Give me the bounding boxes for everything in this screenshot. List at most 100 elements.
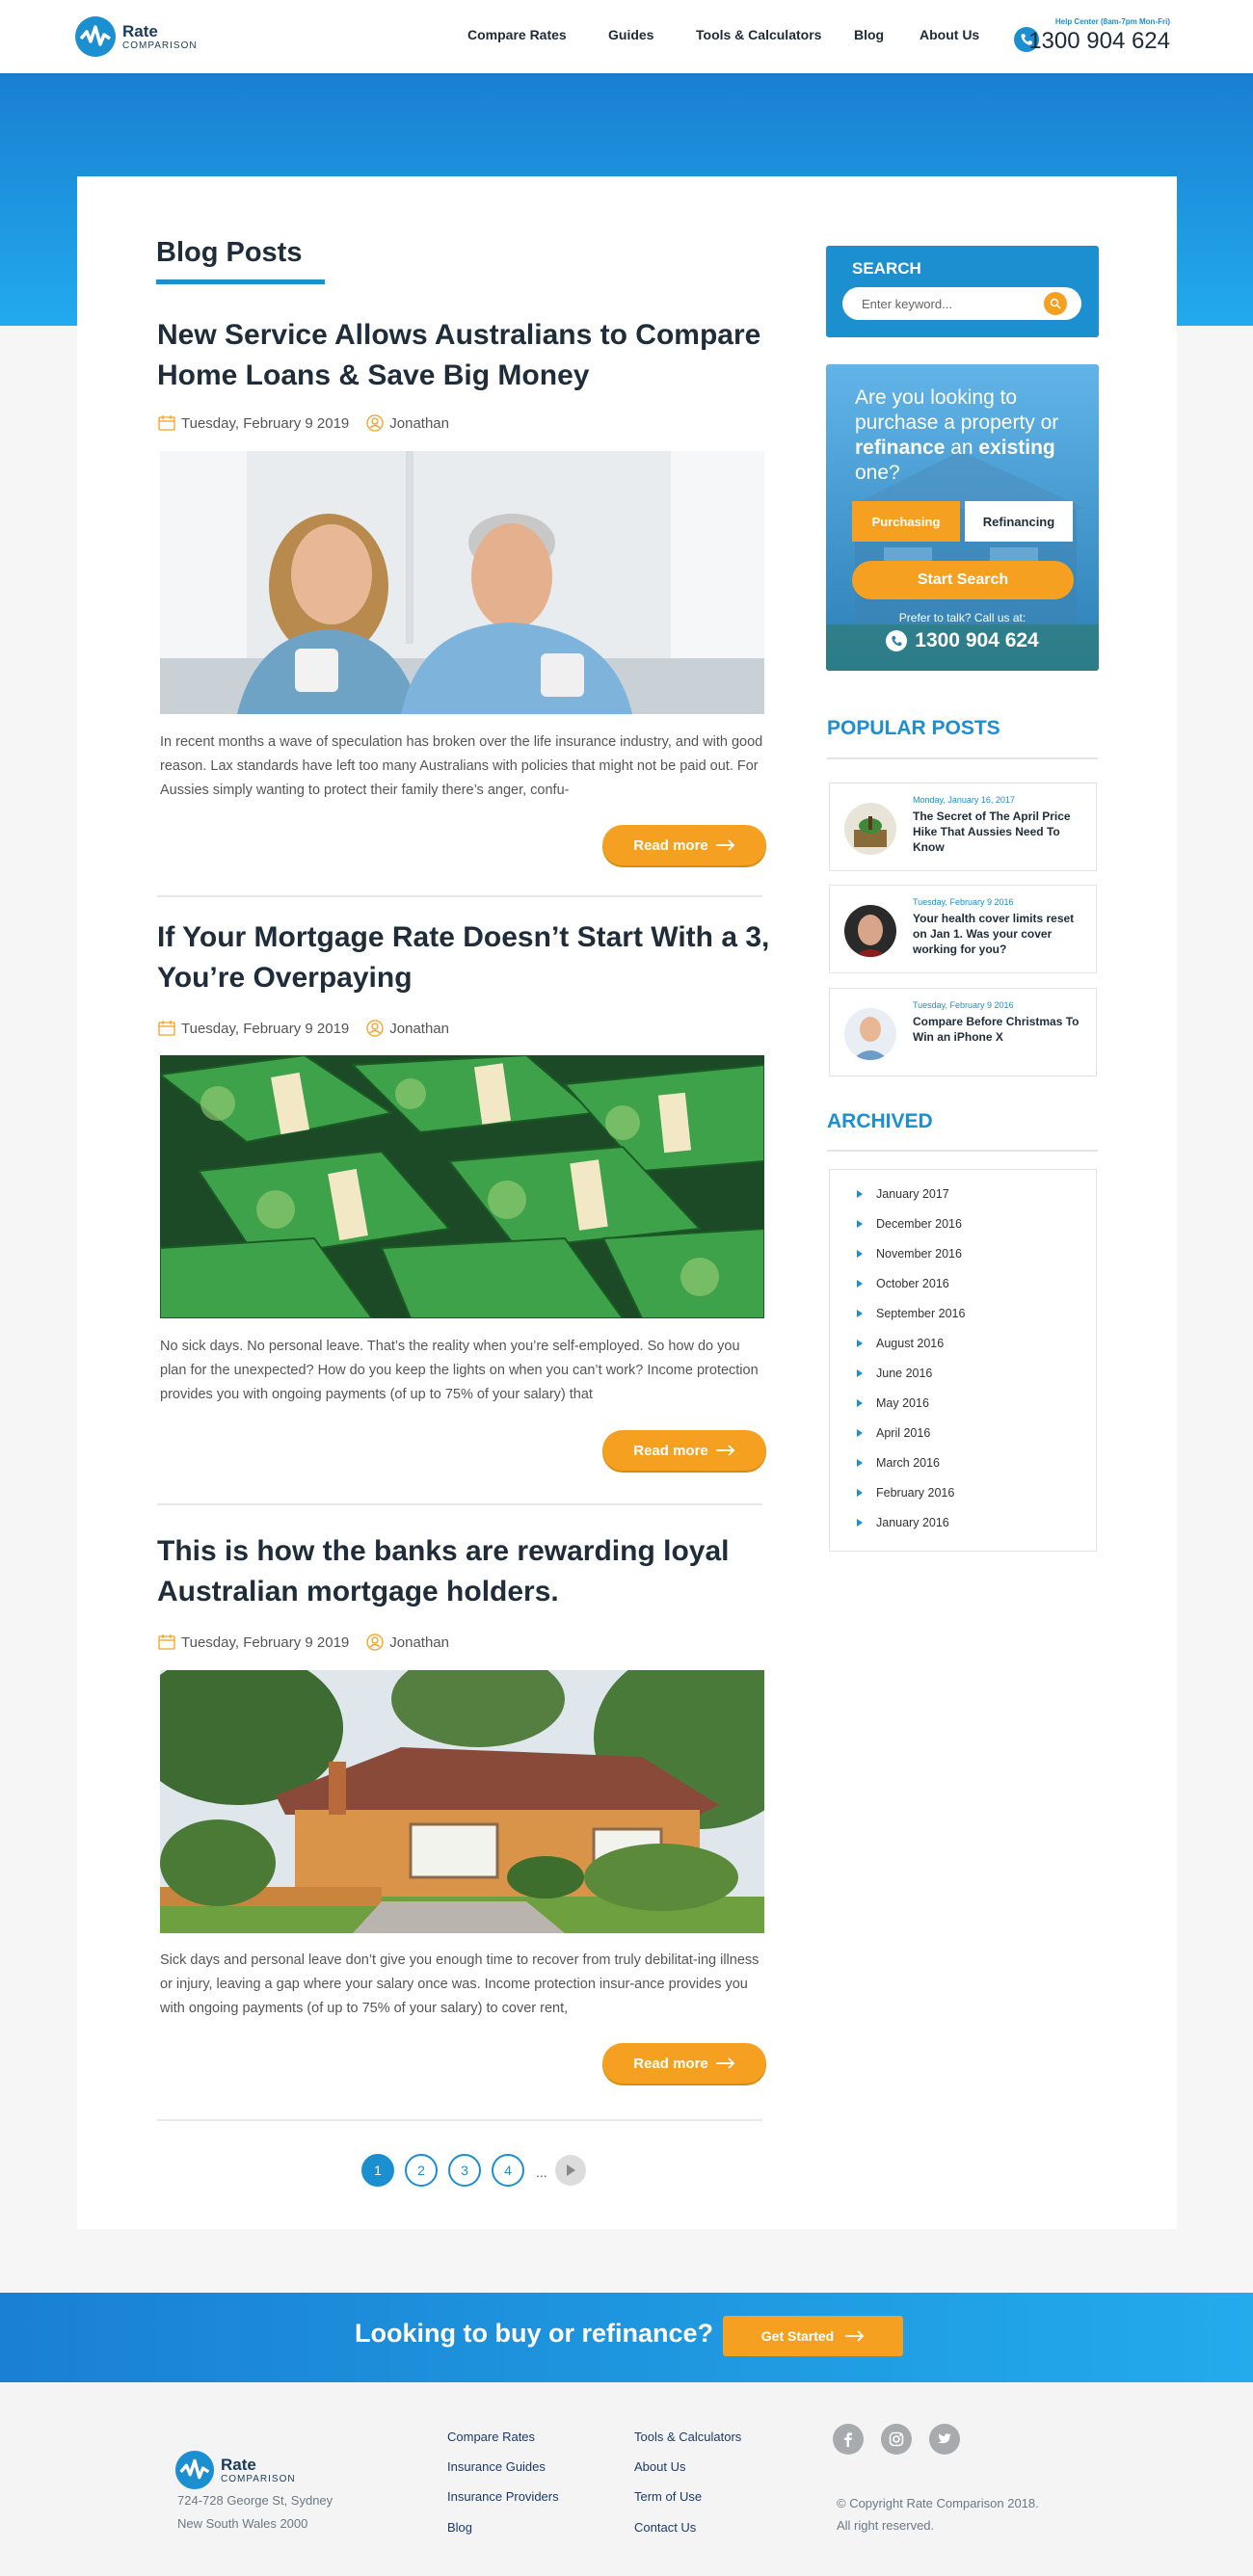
triangle-bullet-icon [857, 1280, 863, 1288]
archive-link[interactable]: January 2017 [857, 1187, 949, 1201]
nav-blog[interactable]: Blog [854, 27, 884, 42]
logo-icon [75, 16, 116, 57]
footer-link[interactable]: Compare Rates [447, 2430, 535, 2444]
arrow-right-icon [715, 1445, 735, 1456]
popular-post-title: The Secret of The April Price Hike That … [913, 810, 1071, 854]
footer-link[interactable]: About Us [634, 2459, 685, 2474]
next-page-button[interactable] [555, 2155, 586, 2186]
popular-post-title: Compare Before Christmas To Win an iPhon… [913, 1015, 1080, 1044]
page-2-button[interactable]: 2 [405, 2154, 438, 2187]
archive-link[interactable]: November 2016 [857, 1247, 962, 1261]
post-title[interactable]: This is how the banks are rewarding loya… [157, 1531, 793, 1612]
site-logo[interactable]: Rate COMPARISON [74, 15, 198, 58]
archive-label: February 2016 [876, 1486, 955, 1500]
post-excerpt: In recent months a wave of speculation h… [160, 734, 763, 798]
archive-link[interactable]: December 2016 [857, 1217, 962, 1231]
search-icon [1050, 298, 1061, 309]
arrow-right-icon [715, 839, 735, 851]
nav-about-us[interactable]: About Us [920, 27, 979, 42]
post-image-house[interactable] [160, 1670, 764, 1933]
search-button[interactable] [1044, 292, 1067, 315]
promo-phone[interactable]: 1300 904 624 [826, 629, 1099, 652]
footer-link[interactable]: Tools & Calculators [634, 2430, 741, 2444]
section-divider [827, 1150, 1098, 1152]
search-promo-widget: Are you looking to purchase a property o… [826, 364, 1099, 671]
logo-word: Rate [122, 21, 158, 40]
post-date: Tuesday, February 9 2019 [181, 1633, 350, 1651]
footer-link[interactable]: Insurance Providers [447, 2489, 559, 2504]
post-date: Tuesday, February 9 2019 [181, 1020, 350, 1037]
post-image-money[interactable] [160, 1055, 764, 1318]
refinancing-toggle[interactable]: Refinancing [965, 501, 1073, 542]
logo-sub: COMPARISON [221, 2473, 296, 2484]
page-4-button[interactable]: 4 [492, 2154, 524, 2187]
triangle-bullet-icon [857, 1369, 863, 1377]
archive-link[interactable]: August 2016 [857, 1337, 944, 1350]
archive-link[interactable]: October 2016 [857, 1277, 949, 1290]
post-excerpt: Sick days and personal leave don’t give … [160, 1952, 760, 2016]
footer-link[interactable]: Insurance Guides [447, 2459, 546, 2474]
archive-label: April 2016 [876, 1426, 931, 1440]
archive-label: January 2016 [876, 1516, 949, 1529]
search-title: SEARCH [852, 259, 921, 278]
archive-link[interactable]: April 2016 [857, 1426, 930, 1440]
nav-compare-rates[interactable]: Compare Rates [467, 27, 567, 42]
promo-question-part: one? [855, 462, 900, 484]
footer-link[interactable]: Blog [447, 2520, 472, 2535]
popular-posts-heading: POPULAR POSTS [827, 717, 1000, 739]
popular-post-card[interactable]: Tuesday, February 9 2016 Compare Before … [829, 988, 1097, 1076]
post-author[interactable]: Jonathan [389, 1021, 449, 1037]
read-more-button[interactable]: Read more [602, 2043, 766, 2084]
archive-link[interactable]: May 2016 [857, 1396, 929, 1410]
nav-tools-calculators[interactable]: Tools & Calculators [696, 27, 821, 42]
archive-list: January 2017 December 2016 November 2016… [829, 1169, 1097, 1552]
archive-link[interactable]: March 2016 [857, 1456, 940, 1470]
triangle-bullet-icon [857, 1310, 863, 1317]
popular-post-date: Monday, January 16, 2017 [913, 795, 1015, 805]
triangle-bullet-icon [857, 1429, 863, 1437]
purchasing-toggle[interactable]: Purchasing [852, 501, 960, 542]
logo-icon [174, 2450, 215, 2490]
post-author[interactable]: Jonathan [389, 1634, 449, 1651]
page-1-button[interactable]: 1 [361, 2154, 394, 2187]
footer-link[interactable]: Contact Us [634, 2520, 696, 2535]
popular-post-date: Tuesday, February 9 2016 [913, 897, 1014, 907]
post-title[interactable]: New Service Allows Australians to Compar… [157, 315, 793, 396]
get-started-button[interactable]: Get Started [723, 2316, 903, 2356]
page-3-button[interactable]: 3 [448, 2154, 481, 2187]
post-author[interactable]: Jonathan [389, 415, 449, 432]
nav-guides[interactable]: Guides [608, 27, 653, 42]
header-phone-number[interactable]: 1300 904 624 [1028, 28, 1170, 55]
footer-address-line: 724-728 George St, Sydney [177, 2493, 333, 2508]
archive-link[interactable]: June 2016 [857, 1367, 932, 1380]
popular-post-card[interactable]: Tuesday, February 9 2016 Your health cov… [829, 885, 1097, 973]
footer-link[interactable]: Term of Use [634, 2489, 702, 2504]
archive-link[interactable]: January 2016 [857, 1516, 949, 1529]
facebook-button[interactable] [833, 2424, 864, 2455]
archive-label: March 2016 [876, 1456, 941, 1470]
post-title[interactable]: If Your Mortgage Rate Doesn’t Start With… [157, 917, 793, 998]
read-more-label: Read more [633, 1442, 708, 1459]
popular-post-card[interactable]: Monday, January 16, 2017 The Secret of T… [829, 783, 1097, 871]
copyright-text: © Copyright Rate Comparison 2018. [837, 2496, 1039, 2510]
triangle-bullet-icon [857, 1340, 863, 1347]
logo-sub: COMPARISON [122, 40, 198, 51]
triangle-bullet-icon [857, 1250, 863, 1258]
start-search-button[interactable]: Start Search [852, 561, 1074, 599]
twitter-button[interactable] [929, 2424, 960, 2455]
arrow-right-icon [715, 2058, 735, 2069]
archive-link[interactable]: February 2016 [857, 1486, 954, 1500]
twitter-icon [938, 2433, 951, 2444]
read-more-button[interactable]: Read more [602, 825, 766, 865]
read-more-button[interactable]: Read more [602, 1430, 766, 1471]
read-more-label: Read more [633, 837, 708, 854]
footer-logo[interactable]: Rate COMPARISON [174, 2450, 296, 2490]
instagram-button[interactable] [881, 2424, 912, 2455]
archive-link[interactable]: September 2016 [857, 1307, 965, 1320]
triangle-bullet-icon [857, 1489, 863, 1497]
page-title: Blog Posts [156, 237, 303, 268]
footer-address-line: New South Wales 2000 [177, 2516, 308, 2531]
calendar-icon [158, 1021, 175, 1036]
help-center-label: Help Center (8am-7pm Mon-Fri) [1054, 17, 1170, 26]
post-image-couple[interactable] [160, 451, 764, 714]
